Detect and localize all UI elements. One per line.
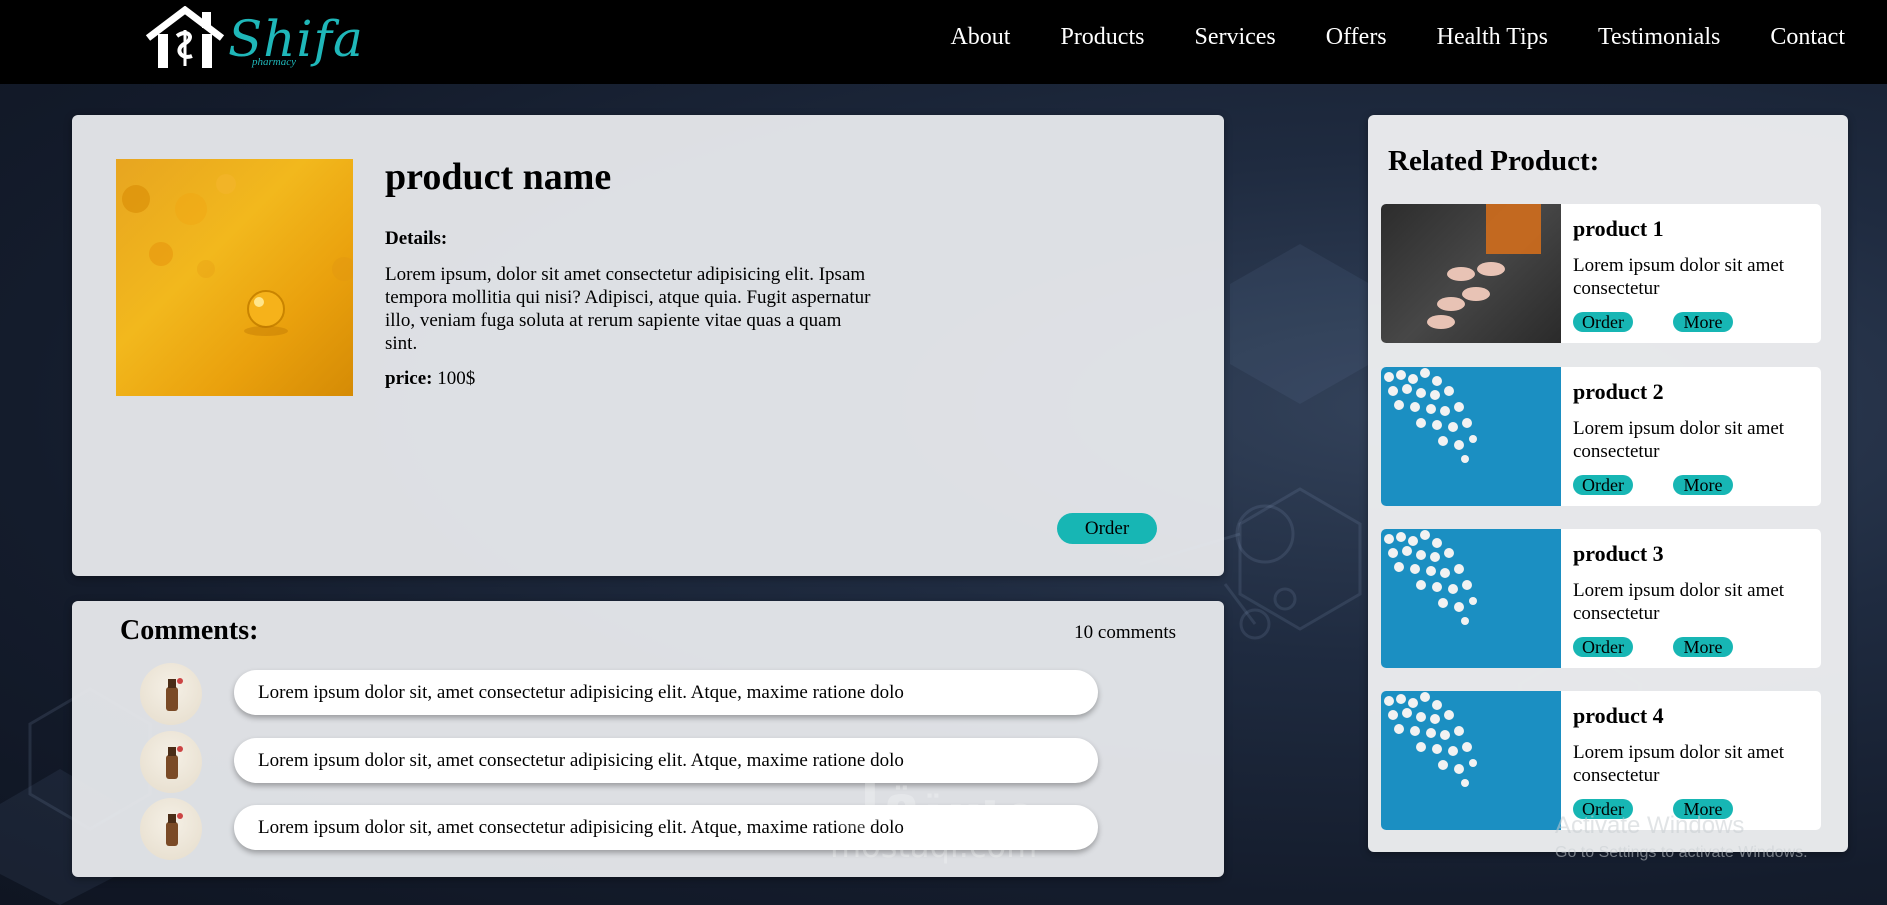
related-product-desc: Lorem ipsum dolor sit amet consectetur — [1573, 742, 1785, 786]
comments-title: Comments: — [120, 615, 259, 646]
related-product-image — [1381, 367, 1561, 506]
comment-bubble: Lorem ipsum dolor sit, amet consectetur … — [234, 670, 1098, 715]
pharmacy-house-icon — [145, 6, 225, 68]
related-product-image — [1381, 691, 1561, 830]
nav-link-health-tips[interactable]: Health Tips — [1437, 24, 1548, 51]
activate-windows-watermark: Activate Windows Go to Settings to activ… — [1555, 812, 1808, 862]
related-product-item[interactable]: product 1 Lorem ipsum dolor sit amet con… — [1381, 204, 1821, 343]
nav-links: About Products Services Offers Health Ti… — [900, 24, 1845, 51]
mostaql-watermark: مستقل mostaql.com — [830, 770, 1038, 865]
nav-link-products[interactable]: Products — [1060, 24, 1144, 51]
related-product-image — [1381, 529, 1561, 668]
comments-card: Comments: 10 comments Lorem ipsum dolor … — [72, 601, 1224, 877]
related-product-item[interactable]: product 4 Lorem ipsum dolor sit amet con… — [1381, 691, 1821, 830]
activate-windows-title: Activate Windows — [1555, 812, 1745, 839]
top-navbar: Shifa pharmacy About Products Services O… — [0, 0, 1887, 84]
related-order-button[interactable]: Order — [1573, 475, 1633, 495]
price-value: 100$ — [437, 368, 476, 389]
product-title: product name — [385, 156, 612, 198]
related-product-name: product 2 — [1573, 379, 1664, 404]
price-label: price: — [385, 368, 433, 389]
related-product-name: product 1 — [1573, 216, 1664, 241]
related-title: Related Product: — [1388, 145, 1600, 177]
details-label: Details: — [385, 228, 448, 249]
nav-link-offers[interactable]: Offers — [1326, 24, 1387, 51]
mostaql-watermark-arabic: مستقل — [831, 770, 1037, 835]
product-detail-card: product name Details: Lorem ipsum, dolor… — [72, 115, 1224, 576]
activate-windows-subtitle: Go to Settings to activate Windows. — [1555, 844, 1808, 861]
related-order-button[interactable]: Order — [1573, 637, 1633, 657]
related-product-desc: Lorem ipsum dolor sit amet consectetur — [1573, 418, 1785, 462]
logo-subtitle: pharmacy — [252, 56, 296, 68]
comments-count: 10 comments — [1074, 622, 1176, 643]
nav-link-testimonials[interactable]: Testimonials — [1598, 24, 1720, 51]
comment-item: Lorem ipsum dolor sit, amet consectetur … — [140, 663, 1120, 725]
product-details-text: Lorem ipsum, dolor sit amet consectetur … — [385, 264, 871, 354]
shifa-logo[interactable]: Shifa pharmacy — [144, 6, 364, 72]
related-product-item[interactable]: product 3 Lorem ipsum dolor sit amet con… — [1381, 529, 1821, 668]
related-more-button[interactable]: More — [1673, 312, 1733, 332]
avatar — [140, 663, 202, 725]
related-product-image — [1381, 204, 1561, 343]
related-product-desc: Lorem ipsum dolor sit amet consectetur — [1573, 580, 1785, 624]
product-image — [116, 159, 353, 396]
related-product-name: product 3 — [1573, 541, 1664, 566]
related-product-item[interactable]: product 2 Lorem ipsum dolor sit amet con… — [1381, 367, 1821, 506]
related-more-button[interactable]: More — [1673, 637, 1733, 657]
related-products-card: Related Product: product 1 Lorem ipsum d… — [1368, 115, 1848, 852]
mostaql-watermark-url: mostaql.com — [830, 827, 1038, 865]
product-price: price: 100$ — [385, 368, 475, 390]
avatar — [140, 798, 202, 860]
nav-link-contact[interactable]: Contact — [1770, 24, 1845, 51]
related-more-button[interactable]: More — [1673, 475, 1733, 495]
related-order-button[interactable]: Order — [1573, 312, 1633, 332]
nav-link-about[interactable]: About — [950, 24, 1010, 51]
related-product-name: product 4 — [1573, 703, 1664, 728]
nav-link-services[interactable]: Services — [1194, 24, 1275, 51]
related-product-desc: Lorem ipsum dolor sit amet consectetur — [1573, 255, 1785, 299]
order-button[interactable]: Order — [1057, 513, 1157, 544]
avatar — [140, 731, 202, 793]
